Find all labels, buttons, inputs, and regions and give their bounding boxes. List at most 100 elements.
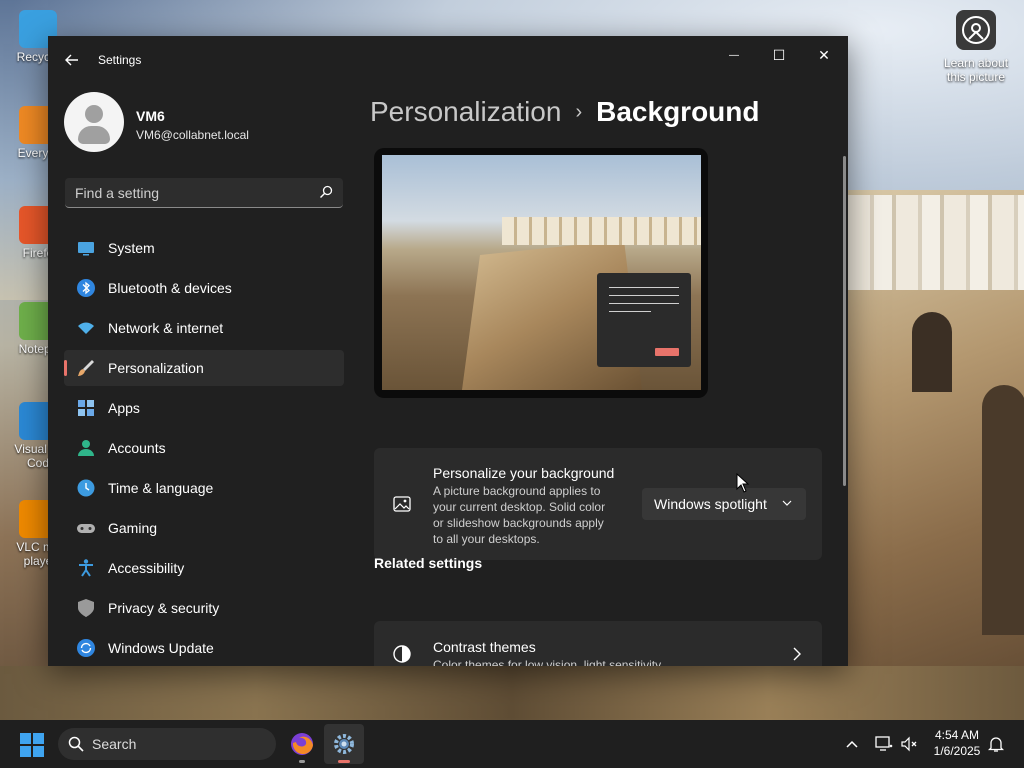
personalize-background-card: Personalize your background A picture ba… (374, 448, 822, 560)
sidebar-item-label: Gaming (108, 520, 158, 536)
show-hidden-icons-button[interactable] (842, 734, 862, 754)
preview-line (609, 311, 651, 312)
sidebar-item-network-internet[interactable]: Network & internet (64, 310, 344, 346)
taskbar-firefox[interactable] (282, 724, 322, 764)
background-preview (374, 148, 708, 398)
chevron-down-icon (782, 500, 792, 506)
sidebar-item-personalization[interactable]: Personalization (64, 350, 344, 386)
sidebar-item-label: Time & language (108, 480, 214, 496)
breadcrumb-parent[interactable]: Personalization (370, 96, 561, 127)
system-display-icon (76, 238, 96, 258)
bell-icon (988, 737, 1004, 752)
desc-line: your current desktop. Solid color (433, 500, 606, 514)
globe-clock-icon (76, 478, 96, 498)
firefox-icon (291, 733, 313, 755)
sidebar-nav: System Bluetooth & devices Network & inter… (64, 230, 344, 666)
sidebar-item-system[interactable]: System (64, 230, 344, 266)
gear-icon (334, 734, 354, 754)
sidebar-item-label: Accounts (108, 440, 166, 456)
breadcrumb: Personalization › Background (370, 96, 759, 128)
network-status-button[interactable] (874, 734, 894, 754)
close-icon: ✕ (818, 46, 830, 63)
background-type-dropdown[interactable]: Windows spotlight (642, 488, 806, 520)
page-title: Background (596, 96, 760, 127)
main-content: Personalization › Background Personalize y… (370, 84, 848, 666)
clock-date: 1/6/2025 (933, 744, 981, 758)
sidebar-item-label: Personalization (108, 360, 204, 376)
volume-muted-icon (901, 736, 917, 752)
windows-start-icon[interactable] (20, 733, 44, 757)
sidebar-item-label: Network & internet (108, 320, 224, 336)
title-bar: Settings — ☐ ✕ (48, 36, 848, 84)
sidebar-item-privacy-security[interactable]: Privacy & security (64, 590, 344, 626)
taskbar-search-label: Search (92, 736, 137, 752)
minimize-button[interactable]: — (712, 40, 756, 70)
chevron-right-icon (793, 647, 801, 661)
search-input[interactable] (65, 178, 317, 208)
sidebar-item-accounts[interactable]: Accounts (64, 430, 344, 466)
bluetooth-icon (76, 278, 96, 298)
apps-icon (76, 398, 96, 418)
learn-about-picture-shortcut[interactable]: Learn about this picture (936, 10, 1016, 84)
close-button[interactable]: ✕ (802, 40, 846, 70)
settings-search[interactable] (65, 178, 343, 208)
avatar-shoulders (78, 126, 110, 144)
desc-line: or slideshow backgrounds apply (433, 516, 604, 530)
taskbar-settings[interactable] (324, 724, 364, 764)
back-arrow-icon (65, 54, 78, 66)
mouse-cursor-icon (736, 473, 750, 493)
user-profile[interactable]: VM6 VM6@collabnet.local (64, 92, 354, 154)
sidebar-item-windows-update[interactable]: Windows Update (64, 630, 344, 666)
sidebar-item-gaming[interactable]: Gaming (64, 510, 344, 546)
profile-email: VM6@collabnet.local (136, 128, 249, 142)
windows-update-icon (76, 638, 96, 658)
preview-town (502, 217, 701, 245)
preview-window-mock (597, 273, 691, 367)
search-icon (320, 185, 333, 198)
contrast-themes-description: Color themes for low vision, light sensi… (433, 658, 662, 666)
desktop-wallpaper-ground (0, 666, 1024, 722)
card-description: A picture background applies to your cur… (433, 483, 605, 547)
camera-location-icon (956, 10, 996, 50)
search-icon (68, 736, 84, 752)
avatar-head (85, 105, 103, 123)
sidebar-item-label: Windows Update (108, 640, 214, 656)
contrast-themes-title: Contrast themes (433, 639, 536, 655)
contrast-themes-card[interactable]: Contrast themes Color themes for low vis… (374, 621, 822, 666)
network-icon (875, 736, 893, 751)
avatar (64, 92, 124, 152)
sidebar-item-label: Apps (108, 400, 140, 416)
card-title: Personalize your background (433, 465, 615, 481)
sidebar-item-label: System (108, 240, 155, 256)
maximize-icon: ☐ (772, 46, 786, 63)
bridge-arch (982, 385, 1024, 635)
accounts-icon (76, 438, 96, 458)
preview-image (382, 155, 701, 390)
sidebar-item-bluetooth-devices[interactable]: Bluetooth & devices (64, 270, 344, 306)
desc-line: to all your desktops. (433, 532, 540, 546)
related-settings-heading: Related settings (374, 555, 483, 571)
sidebar-item-label: Accessibility (108, 560, 185, 576)
active-indicator (338, 760, 350, 763)
preview-line (609, 295, 679, 296)
clock[interactable]: 4:54 AM 1/6/2025 (926, 727, 988, 759)
sidebar-item-label: Privacy & security (108, 600, 220, 616)
preview-button (655, 348, 679, 356)
sidebar-item-apps[interactable]: Apps (64, 390, 344, 426)
contrast-icon (393, 645, 411, 663)
content-scrollbar[interactable] (843, 156, 846, 486)
picture-icon (393, 496, 411, 512)
maximize-button[interactable]: ☐ (757, 40, 801, 70)
app-title: Settings (98, 53, 142, 67)
desktop-wallpaper-town (848, 195, 1024, 290)
notifications-button[interactable] (986, 734, 1006, 754)
sidebar-item-accessibility[interactable]: Accessibility (64, 550, 344, 586)
back-button[interactable] (62, 50, 82, 70)
preview-line (609, 303, 679, 304)
volume-button[interactable] (899, 734, 919, 754)
paintbrush-icon (76, 358, 96, 378)
minimize-icon: — (729, 49, 739, 61)
taskbar-search[interactable]: Search (58, 728, 276, 760)
sidebar-item-time-language[interactable]: Time & language (64, 470, 344, 506)
bridge-arch (912, 312, 952, 392)
